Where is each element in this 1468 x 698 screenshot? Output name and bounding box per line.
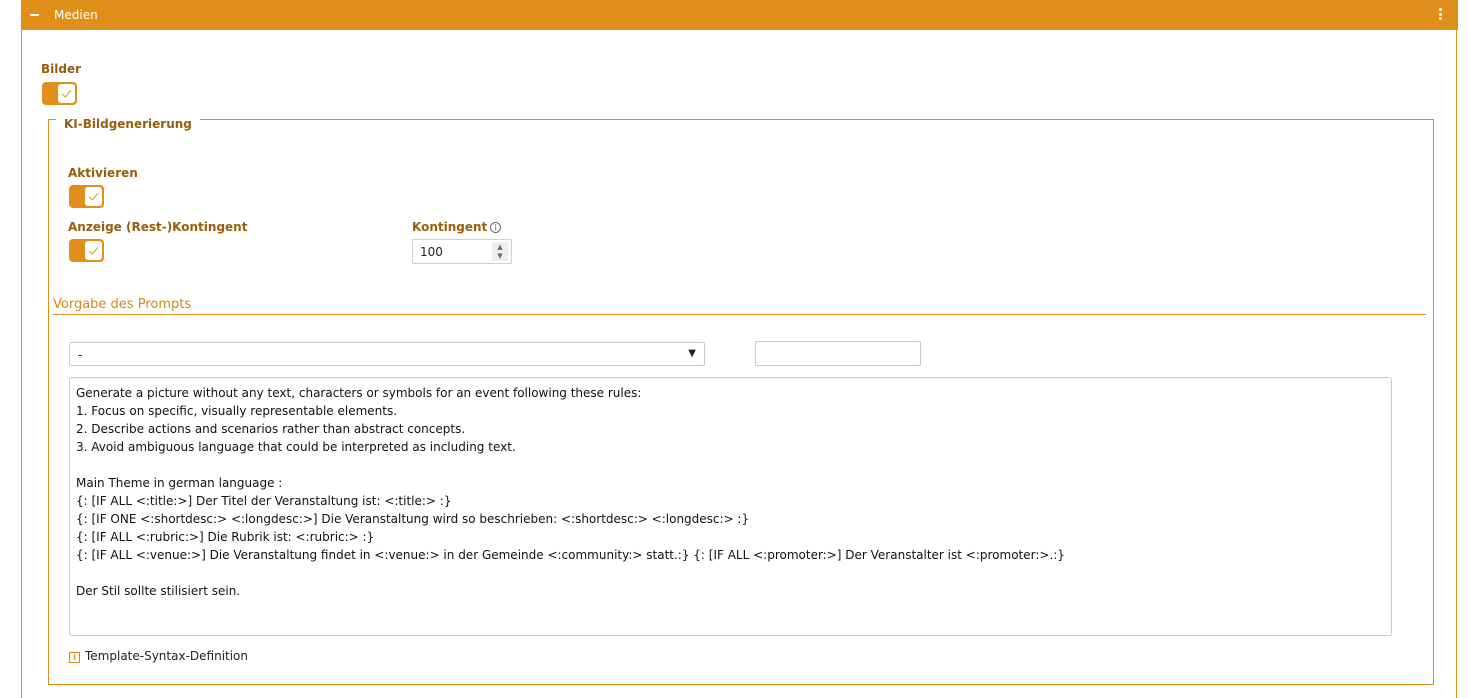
ki-legend: KI-Bildgenerierung	[56, 113, 200, 135]
prompt-line: {: [IF ONE <:shortdesc:> <:longdesc:>] D…	[76, 512, 750, 526]
bilder-toggle[interactable]	[42, 82, 77, 105]
prompt-line: Der Stil sollte stilisiert sein.	[76, 584, 241, 598]
check-icon	[58, 84, 75, 103]
prompt-name-input[interactable]	[755, 341, 921, 366]
prompt-line: {: [IF ALL <:rubric:>] Die Rubrik ist: <…	[76, 530, 375, 544]
select-value: -	[78, 348, 83, 362]
more-menu-icon[interactable]	[1439, 8, 1443, 22]
prompt-line: 1. Focus on specific, visually represent…	[76, 404, 398, 418]
syntax-link-text[interactable]: Template-Syntax-Definition	[85, 649, 248, 663]
panel-title: Medien	[54, 8, 98, 22]
prompt-section-title: Vorgabe des Prompts	[53, 297, 192, 312]
anzeige-kontingent-label: Anzeige (Rest-)Kontingent	[68, 220, 248, 234]
kontingent-label: Kontingent i	[412, 220, 502, 234]
check-icon	[85, 241, 102, 260]
kontingent-label-text: Kontingent	[412, 220, 488, 234]
kontingent-value: 100	[420, 245, 443, 259]
collapse-icon[interactable]	[30, 14, 39, 16]
template-syntax-link[interactable]: i Template-Syntax-Definition	[69, 649, 248, 663]
kontingent-input[interactable]: 100 ▲ ▼	[412, 239, 512, 264]
prompt-line: 3. Avoid ambiguous language that could b…	[76, 440, 516, 454]
info-icon[interactable]: i	[490, 222, 502, 233]
prompt-line	[76, 456, 1385, 474]
info-box-icon: i	[69, 652, 80, 663]
aktivieren-toggle[interactable]	[69, 185, 104, 208]
caret-down-icon: ▼	[688, 348, 696, 359]
prompt-line: {: [IF ALL <:venue:>] Die Veranstaltung …	[76, 548, 1065, 562]
panel-header[interactable]: Medien	[22, 0, 1458, 30]
medien-panel: Medien Bilder KI-Bildgenerierung Aktivie…	[21, 0, 1458, 698]
chevron-down-icon[interactable]: ▼	[496, 252, 504, 260]
bilder-label: Bilder	[41, 62, 82, 76]
prompt-textarea[interactable]: Generate a picture without any text, cha…	[69, 377, 1392, 636]
anzeige-kontingent-toggle[interactable]	[69, 239, 104, 262]
prompt-line: 2. Describe actions and scenarios rather…	[76, 422, 466, 436]
prompt-line	[76, 564, 1385, 582]
aktivieren-label: Aktivieren	[68, 166, 138, 180]
prompt-line: Main Theme in german language :	[76, 476, 283, 490]
check-icon	[85, 187, 102, 206]
number-spinner[interactable]: ▲ ▼	[492, 242, 508, 261]
prompt-line: Generate a picture without any text, cha…	[76, 386, 642, 400]
prompt-line: {: [IF ALL <:title:>] Der Titel der Vera…	[76, 494, 452, 508]
prompt-template-select[interactable]: - ▼	[69, 342, 705, 366]
chevron-up-icon[interactable]: ▲	[496, 243, 504, 251]
section-divider	[53, 314, 1426, 315]
